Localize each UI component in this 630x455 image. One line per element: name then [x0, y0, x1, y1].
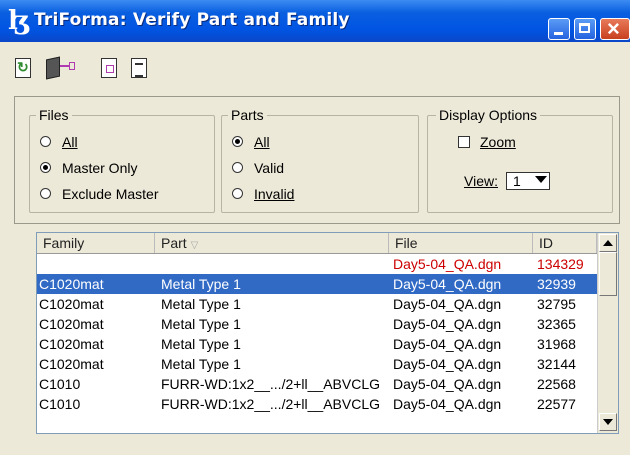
cell-id: 32365 [537, 316, 576, 332]
title-bar[interactable]: ɮ TriForma: Verify Part and Family [0, 0, 630, 42]
refresh-icon [15, 58, 31, 78]
triforma-logo-icon: ɮ [8, 6, 29, 36]
view-label: View: [464, 173, 498, 189]
table-row[interactable]: C1010 FURR-WD:1x2__.../2+ll__ABVCLG Day5… [37, 374, 597, 394]
column-header-file-label: File [395, 235, 418, 251]
list-header: Family Part ▽ File ID [37, 233, 597, 254]
column-header-id[interactable]: ID [533, 233, 597, 253]
vertical-scrollbar[interactable] [597, 233, 618, 433]
column-header-id-label: ID [539, 235, 553, 251]
cell-id: 32939 [537, 276, 576, 292]
zoom-checkbox-row[interactable]: Zoom [458, 134, 578, 152]
view-select[interactable]: 1 [506, 172, 550, 190]
column-header-part-label: Part [161, 235, 187, 251]
scroll-down-button[interactable] [599, 413, 617, 431]
scroll-thumb[interactable] [599, 252, 617, 296]
options-panel: Files All Master Only Exclude Master Par… [14, 96, 620, 224]
radio-button[interactable] [232, 188, 243, 199]
report-button[interactable] [126, 54, 154, 84]
column-header-part[interactable]: Part ▽ [155, 233, 389, 253]
cell-id: 22568 [537, 376, 576, 392]
display-options-label: Display Options [436, 107, 541, 123]
cell-id: 134329 [537, 256, 584, 272]
cell-family: C1010 [39, 376, 81, 392]
column-header-file[interactable]: File [389, 233, 533, 253]
table-row[interactable]: C1020mat Metal Type 1 Day5-04_QA.dgn 321… [37, 354, 597, 374]
cell-part: FURR-WD:1x2__.../2+ll__ABVCLG [161, 396, 381, 412]
cell-family: C1010 [39, 396, 81, 412]
minimize-button[interactable] [548, 18, 570, 40]
part-family-button[interactable] [42, 54, 75, 84]
cell-id: 31968 [537, 336, 576, 352]
cell-file: Day5-04_QA.dgn [393, 276, 502, 292]
parts-group: Parts All Valid Invalid [221, 107, 419, 213]
cell-family: C1020mat [39, 296, 104, 312]
files-group: Files All Master Only Exclude Master [29, 107, 215, 213]
window-title: TriForma: Verify Part and Family [34, 10, 350, 30]
parts-option-invalid-label: Invalid [254, 186, 295, 202]
verify-part-family-window: ɮ TriForma: Verify Part and Family Files… [0, 0, 630, 455]
table-row[interactable]: Day5-04_QA.dgn 134329 [37, 254, 597, 274]
cell-file: Day5-04_QA.dgn [393, 296, 502, 312]
cell-family: C1020mat [39, 356, 104, 372]
cell-part: Metal Type 1 [161, 356, 241, 372]
cell-family: C1020mat [39, 276, 104, 292]
radio-button[interactable] [232, 162, 243, 173]
radio-button[interactable] [40, 188, 51, 199]
close-button[interactable] [600, 16, 630, 42]
cell-family: C1020mat [39, 336, 104, 352]
cell-file: Day5-04_QA.dgn [393, 316, 502, 332]
table-row[interactable]: C1020mat Metal Type 1 Day5-04_QA.dgn 323… [37, 314, 597, 334]
table-row[interactable]: C1010 FURR-WD:1x2__.../2+ll__ABVCLG Day5… [37, 394, 597, 414]
view-select-value: 1 [513, 173, 521, 189]
cell-part: Metal Type 1 [161, 276, 241, 292]
files-option-master-only-label: Master Only [62, 160, 138, 176]
document-button[interactable] [96, 54, 124, 84]
cell-part: Metal Type 1 [161, 316, 241, 332]
column-header-family[interactable]: Family [37, 233, 155, 253]
cell-part: Metal Type 1 [161, 336, 241, 352]
parts-list[interactable]: Family Part ▽ File ID Day5-04_QA.dgn 134… [36, 232, 619, 434]
table-row[interactable]: C1020mat Metal Type 1 Day5-04_QA.dgn 319… [37, 334, 597, 354]
display-options-group: Display Options Zoom View: 1 [427, 107, 613, 213]
files-option-exclude-master-label: Exclude Master [62, 186, 159, 202]
radio-button[interactable] [40, 136, 51, 147]
parts-group-label: Parts [228, 107, 267, 123]
zoom-label: Zoom [480, 134, 516, 150]
report-icon [131, 58, 147, 78]
parts-option-all-label: All [254, 134, 270, 150]
cell-id: 32144 [537, 356, 576, 372]
cell-file: Day5-04_QA.dgn [393, 376, 502, 392]
cell-id: 22577 [537, 396, 576, 412]
part-family-icon [46, 56, 60, 80]
sort-descending-icon: ▽ [190, 240, 199, 251]
cell-family: C1020mat [39, 316, 104, 332]
parts-option-valid-label: Valid [254, 160, 285, 176]
files-option-all-label: All [62, 134, 78, 150]
cell-part: Metal Type 1 [161, 296, 241, 312]
chevron-down-icon [535, 176, 547, 183]
cell-file: Day5-04_QA.dgn [393, 396, 502, 412]
radio-button-selected[interactable] [232, 136, 243, 147]
cell-file: Day5-04_QA.dgn [393, 356, 502, 372]
maximize-button[interactable] [574, 18, 596, 40]
table-row[interactable]: C1020mat Metal Type 1 Day5-04_QA.dgn 327… [37, 294, 597, 314]
table-row-selected[interactable]: C1020mat Metal Type 1 Day5-04_QA.dgn 329… [37, 274, 597, 294]
cell-file: Day5-04_QA.dgn [393, 336, 502, 352]
column-header-family-label: Family [43, 235, 85, 251]
cell-part: FURR-WD:1x2__.../2+ll__ABVCLG [161, 376, 381, 392]
refresh-button[interactable] [10, 54, 38, 84]
target-icon [69, 62, 75, 70]
cell-file: Day5-04_QA.dgn [393, 256, 502, 272]
scroll-up-button[interactable] [599, 234, 617, 252]
files-group-label: Files [36, 107, 72, 123]
radio-button-selected[interactable] [40, 162, 51, 173]
zoom-checkbox[interactable] [458, 136, 470, 148]
cell-id: 32795 [537, 296, 576, 312]
document-icon [101, 58, 117, 78]
